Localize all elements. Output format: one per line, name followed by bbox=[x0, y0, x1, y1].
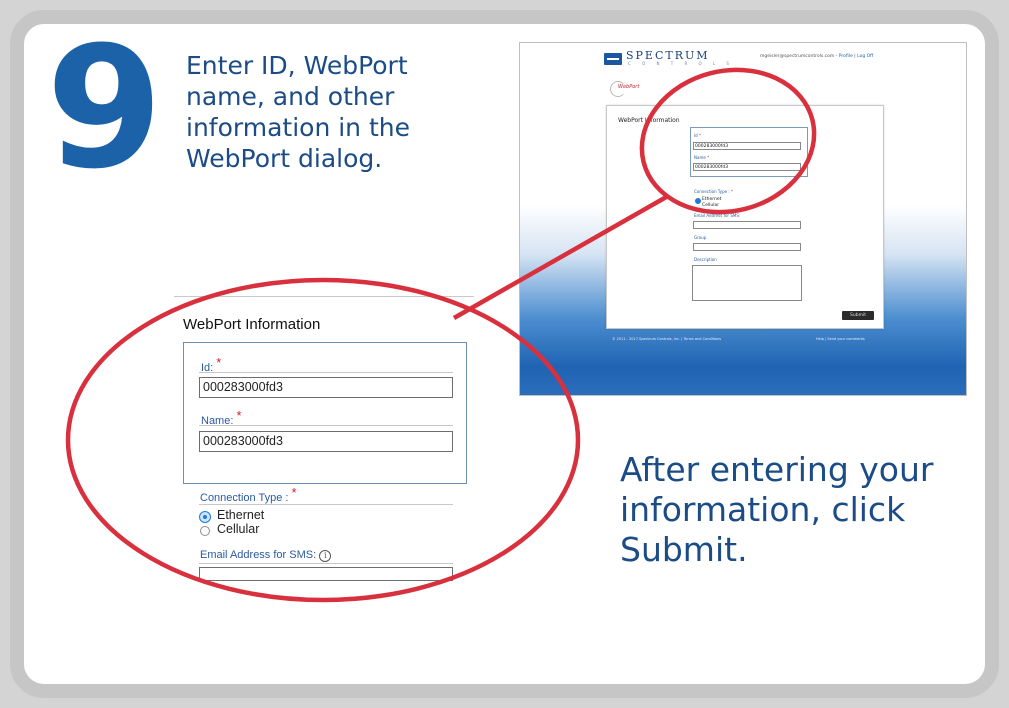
highlight-overlay bbox=[65, 67, 817, 603]
connector-line bbox=[452, 194, 670, 320]
large-highlight-ring bbox=[65, 277, 581, 603]
